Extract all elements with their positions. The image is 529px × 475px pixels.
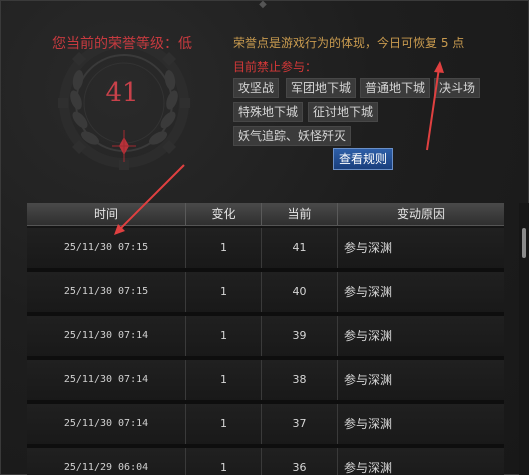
cell-current: 41	[262, 228, 338, 268]
gear-emblem-icon	[58, 40, 190, 170]
table-row: 25/11/30 07:14 1 37 参与深渊	[27, 404, 504, 444]
cell-reason: 参与深渊	[344, 285, 393, 299]
cell-time: 25/11/30 07:14	[27, 360, 186, 400]
red-gem-icon	[112, 130, 136, 162]
cell-current: 40	[262, 272, 338, 312]
honor-level-label: 您当前的荣誉等级：低	[52, 36, 192, 52]
table-row: 25/11/30 07:14 1 39 参与深渊	[27, 316, 504, 356]
cell-reason: 参与深渊	[344, 461, 393, 475]
header-change: 变化	[186, 203, 262, 225]
top-ornament-icon: ◆	[259, 0, 267, 10]
honor-emblem: 41	[36, 40, 214, 200]
honor-value: 41	[105, 78, 139, 108]
cell-change: 1	[186, 448, 262, 475]
cell-time: 25/11/30 07:14	[27, 404, 186, 444]
table-row: 25/11/30 07:14 1 38 参与深渊	[27, 360, 504, 400]
ban-tag-legion-dungeon: 军团地下城	[286, 78, 357, 98]
ban-tag-monster-hunt: 妖气追踪、妖怪歼灭	[233, 126, 352, 146]
cell-change: 1	[186, 272, 262, 312]
table-header: 时间 变化 当前 变动原因	[27, 203, 504, 226]
table-row: 25/11/30 07:15 1 40 参与深渊	[27, 272, 504, 312]
cell-reason: 参与深渊	[344, 241, 393, 255]
cell-change: 1	[186, 228, 262, 268]
cell-time: 25/11/30 07:15	[27, 228, 186, 268]
ban-tag-conquest-dungeon: 征讨地下城	[308, 102, 379, 122]
header-reason: 变动原因	[396, 207, 445, 221]
cell-current: 36	[262, 448, 338, 475]
scrollbar-thumb[interactable]	[522, 228, 526, 258]
cell-reason: 参与深渊	[344, 373, 393, 387]
cell-change: 1	[186, 316, 262, 356]
cell-reason: 参与深渊	[344, 329, 393, 343]
table-row: 25/11/29 06:04 1 36 参与深渊	[27, 448, 504, 475]
cell-current: 39	[262, 316, 338, 356]
ban-tag-siege: 攻坚战	[233, 78, 280, 98]
cell-change: 1	[186, 404, 262, 444]
honor-history-table: 时间 变化 当前 变动原因 25/11/30 07:15 1 41 参与深渊 2…	[27, 203, 504, 475]
view-rules-button[interactable]: 查看规则	[333, 148, 393, 170]
cell-time: 25/11/29 06:04	[27, 448, 186, 475]
cell-reason: 参与深渊	[344, 417, 393, 431]
cell-time: 25/11/30 07:15	[27, 272, 186, 312]
ban-tag-special-dungeon: 特殊地下城	[233, 102, 304, 122]
header-time: 时间	[27, 203, 186, 225]
cell-change: 1	[186, 360, 262, 400]
cell-time: 25/11/30 07:14	[27, 316, 186, 356]
header-current: 当前	[262, 203, 338, 225]
cell-current: 38	[262, 360, 338, 400]
cell-current: 37	[262, 404, 338, 444]
table-row: 25/11/30 07:15 1 41 参与深渊	[27, 228, 504, 268]
ban-tag-normal-dungeon: 普通地下城	[360, 78, 431, 98]
honor-info-text: 荣誉点是游戏行为的体现，今日可恢复 5 点	[233, 36, 465, 50]
ban-title: 目前禁止参与：	[233, 60, 318, 74]
ban-tag-duel: 决斗场	[434, 78, 481, 98]
